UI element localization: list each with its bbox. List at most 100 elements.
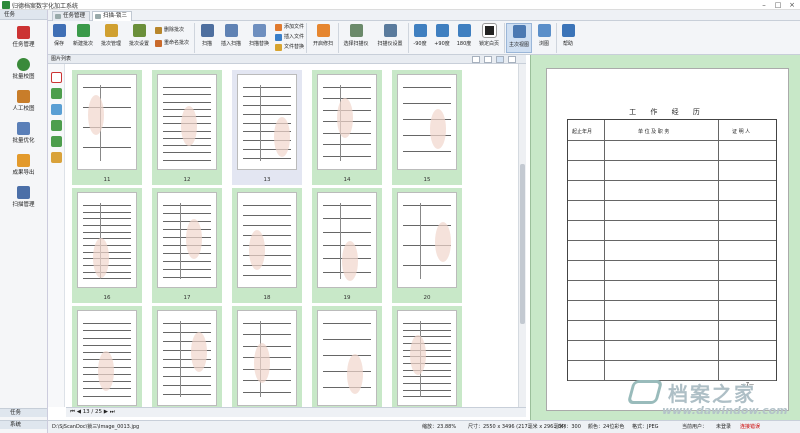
view-list-icon[interactable] (508, 56, 516, 63)
nav-export[interactable]: 成果导出 (0, 152, 47, 182)
lock-blank-page-button[interactable]: 锁定白页 (476, 23, 502, 53)
left-navigation: 任务 任务管理 批量校图 人工校图 批量优化 成果导出 扫描管理 任务 系统 (0, 10, 48, 433)
watermark-logo-icon (626, 380, 664, 404)
window-title: 归德档案数字化加工系统 (12, 3, 79, 10)
thumbnail-label: 16 (103, 295, 111, 301)
browse-image-button[interactable]: 浏图 (534, 23, 554, 53)
thumbnail-item[interactable]: 20 (392, 188, 462, 303)
nav-task-management[interactable]: 任务管理 (0, 24, 47, 54)
left-pane-header: 任务 (0, 10, 47, 20)
button-label: 主次视图 (508, 42, 529, 48)
save-button[interactable]: 保存 (50, 23, 68, 53)
minimize-button[interactable]: – (758, 0, 770, 10)
thumbnail-item[interactable]: 14 (312, 70, 382, 185)
thumbnail-item[interactable]: 21 (72, 306, 142, 407)
blank-page-icon (481, 23, 497, 38)
view-large-icon[interactable] (484, 56, 492, 63)
thumbnail-scrollbar[interactable] (518, 64, 526, 407)
add-file-button[interactable]: 添加文件 (274, 23, 304, 32)
pager: ⏮ ◀ 13 / 25 ▶ ⏭ (66, 407, 526, 417)
view-grid-icon[interactable] (496, 56, 504, 63)
maximize-button[interactable]: □ (772, 0, 784, 10)
main-secondary-view-button[interactable]: 主次视图 (506, 23, 532, 53)
tab-icon (95, 14, 101, 19)
nav-manual-check[interactable]: 人工校图 (0, 88, 47, 118)
replace-file-button[interactable]: 文件替换 (274, 43, 304, 52)
person-icon (17, 90, 30, 103)
prev-page-button[interactable]: ◀ (77, 409, 81, 415)
check-next-icon[interactable] (51, 136, 62, 147)
insert-scan-button[interactable]: 插入扫描 (218, 23, 244, 53)
add-file-icon (275, 24, 282, 31)
thumbnail-item[interactable]: 23 (232, 306, 302, 407)
button-label: 批次设置 (128, 41, 149, 47)
clear-icon[interactable] (51, 152, 62, 163)
thumbnail-item[interactable]: 11 (72, 70, 142, 185)
scan-replace-icon (252, 24, 266, 37)
nav-label: 批量校图 (12, 74, 35, 80)
status-color: 颜色：24位彩色 (588, 424, 625, 430)
watermark-url: www.dawindow.com (662, 404, 788, 417)
check-all-icon[interactable] (51, 104, 62, 115)
batch-management-button[interactable]: 批次管理 (98, 23, 124, 53)
rename-batch-button[interactable]: 重命名批次 (154, 39, 189, 48)
delete-page-icon[interactable] (51, 72, 62, 83)
status-dpi: DPI：300 (558, 424, 581, 430)
thumbnail-item[interactable]: 17 (152, 188, 222, 303)
thumbnail-page (237, 192, 297, 288)
thumbnail-item[interactable]: 16 (72, 188, 142, 303)
button-label: 新建批次 (72, 41, 93, 47)
view-small-icon[interactable] (472, 56, 480, 63)
delete-batch-button[interactable]: 删除批次 (154, 26, 184, 35)
thumbnail-item[interactable]: 25 (392, 306, 462, 407)
button-label: 浏图 (538, 41, 549, 47)
thumbnail-item[interactable]: 15 (392, 70, 462, 185)
toolbar-separator (504, 23, 505, 53)
insert-file-button[interactable]: 插入文件 (274, 33, 304, 42)
nav-batch-check[interactable]: 批量校图 (0, 56, 47, 86)
nav-label: 人工校图 (12, 106, 35, 112)
insert-scan-icon (224, 24, 238, 37)
tab-task-management[interactable]: 任务管理 (52, 11, 90, 21)
select-scanner-button[interactable]: 选择扫描仪 (340, 23, 372, 53)
thumbnail-page (397, 192, 457, 288)
first-page-button[interactable]: ⏮ (70, 409, 75, 415)
rotate-180-button[interactable]: 180度 (454, 23, 474, 53)
tab-scan[interactable]: 扫描-锁三 (92, 11, 132, 21)
batch-settings-button[interactable]: 批次设置 (126, 23, 152, 53)
last-page-button[interactable]: ⏭ (110, 409, 115, 415)
page-indicator: 13 / 25 (82, 409, 103, 415)
status-user: 当前用户： (682, 424, 708, 430)
bottom-tab-task[interactable]: 任务 (0, 408, 47, 417)
thumbnail-item[interactable]: 19 (312, 188, 382, 303)
thumbnail-item[interactable]: 12 (152, 70, 222, 185)
thumbnail-page (77, 310, 137, 406)
scan-button[interactable]: 扫描 (198, 23, 216, 53)
new-batch-button[interactable]: 新建批次 (70, 23, 96, 53)
help-button[interactable]: 帮助 (558, 23, 578, 53)
enable-rescan-button[interactable]: 开启修扫 (310, 23, 336, 53)
thumbnail-item[interactable]: 13 (232, 70, 302, 185)
scan-replace-button[interactable]: 扫描替换 (246, 23, 272, 53)
scrollbar-thumb[interactable] (520, 164, 525, 324)
preview-page: 工 作 经 历 起止年月 单 位 及 职 务 证 明 人 —7— (546, 68, 789, 411)
check-down-icon[interactable] (51, 120, 62, 131)
bottom-tab-system[interactable]: 系统 (0, 420, 47, 429)
thumbnail-item[interactable]: 22 (152, 306, 222, 407)
check-icon[interactable] (51, 88, 62, 99)
thumbnail-item[interactable]: 24 (312, 306, 382, 407)
thumbnail-item[interactable]: 18 (232, 188, 302, 303)
tab-label: 扫描-锁三 (103, 13, 127, 19)
save-icon (52, 24, 66, 37)
close-button[interactable]: × (786, 0, 798, 10)
nav-scan-management[interactable]: 扫描管理 (0, 184, 47, 214)
image-preview[interactable]: 工 作 经 历 起止年月 单 位 及 职 务 证 明 人 —7— (530, 55, 800, 420)
insert-file-icon (275, 34, 282, 41)
next-page-button[interactable]: ▶ (104, 409, 108, 415)
rotate-left-button[interactable]: -90度 (410, 23, 430, 53)
rotate-right-button[interactable]: +90度 (432, 23, 452, 53)
nav-batch-optimize[interactable]: 批量优化 (0, 120, 47, 150)
vertical-tools (48, 64, 65, 407)
replace-file-icon (275, 44, 282, 51)
scanner-settings-button[interactable]: 扫描仪设置 (374, 23, 406, 53)
